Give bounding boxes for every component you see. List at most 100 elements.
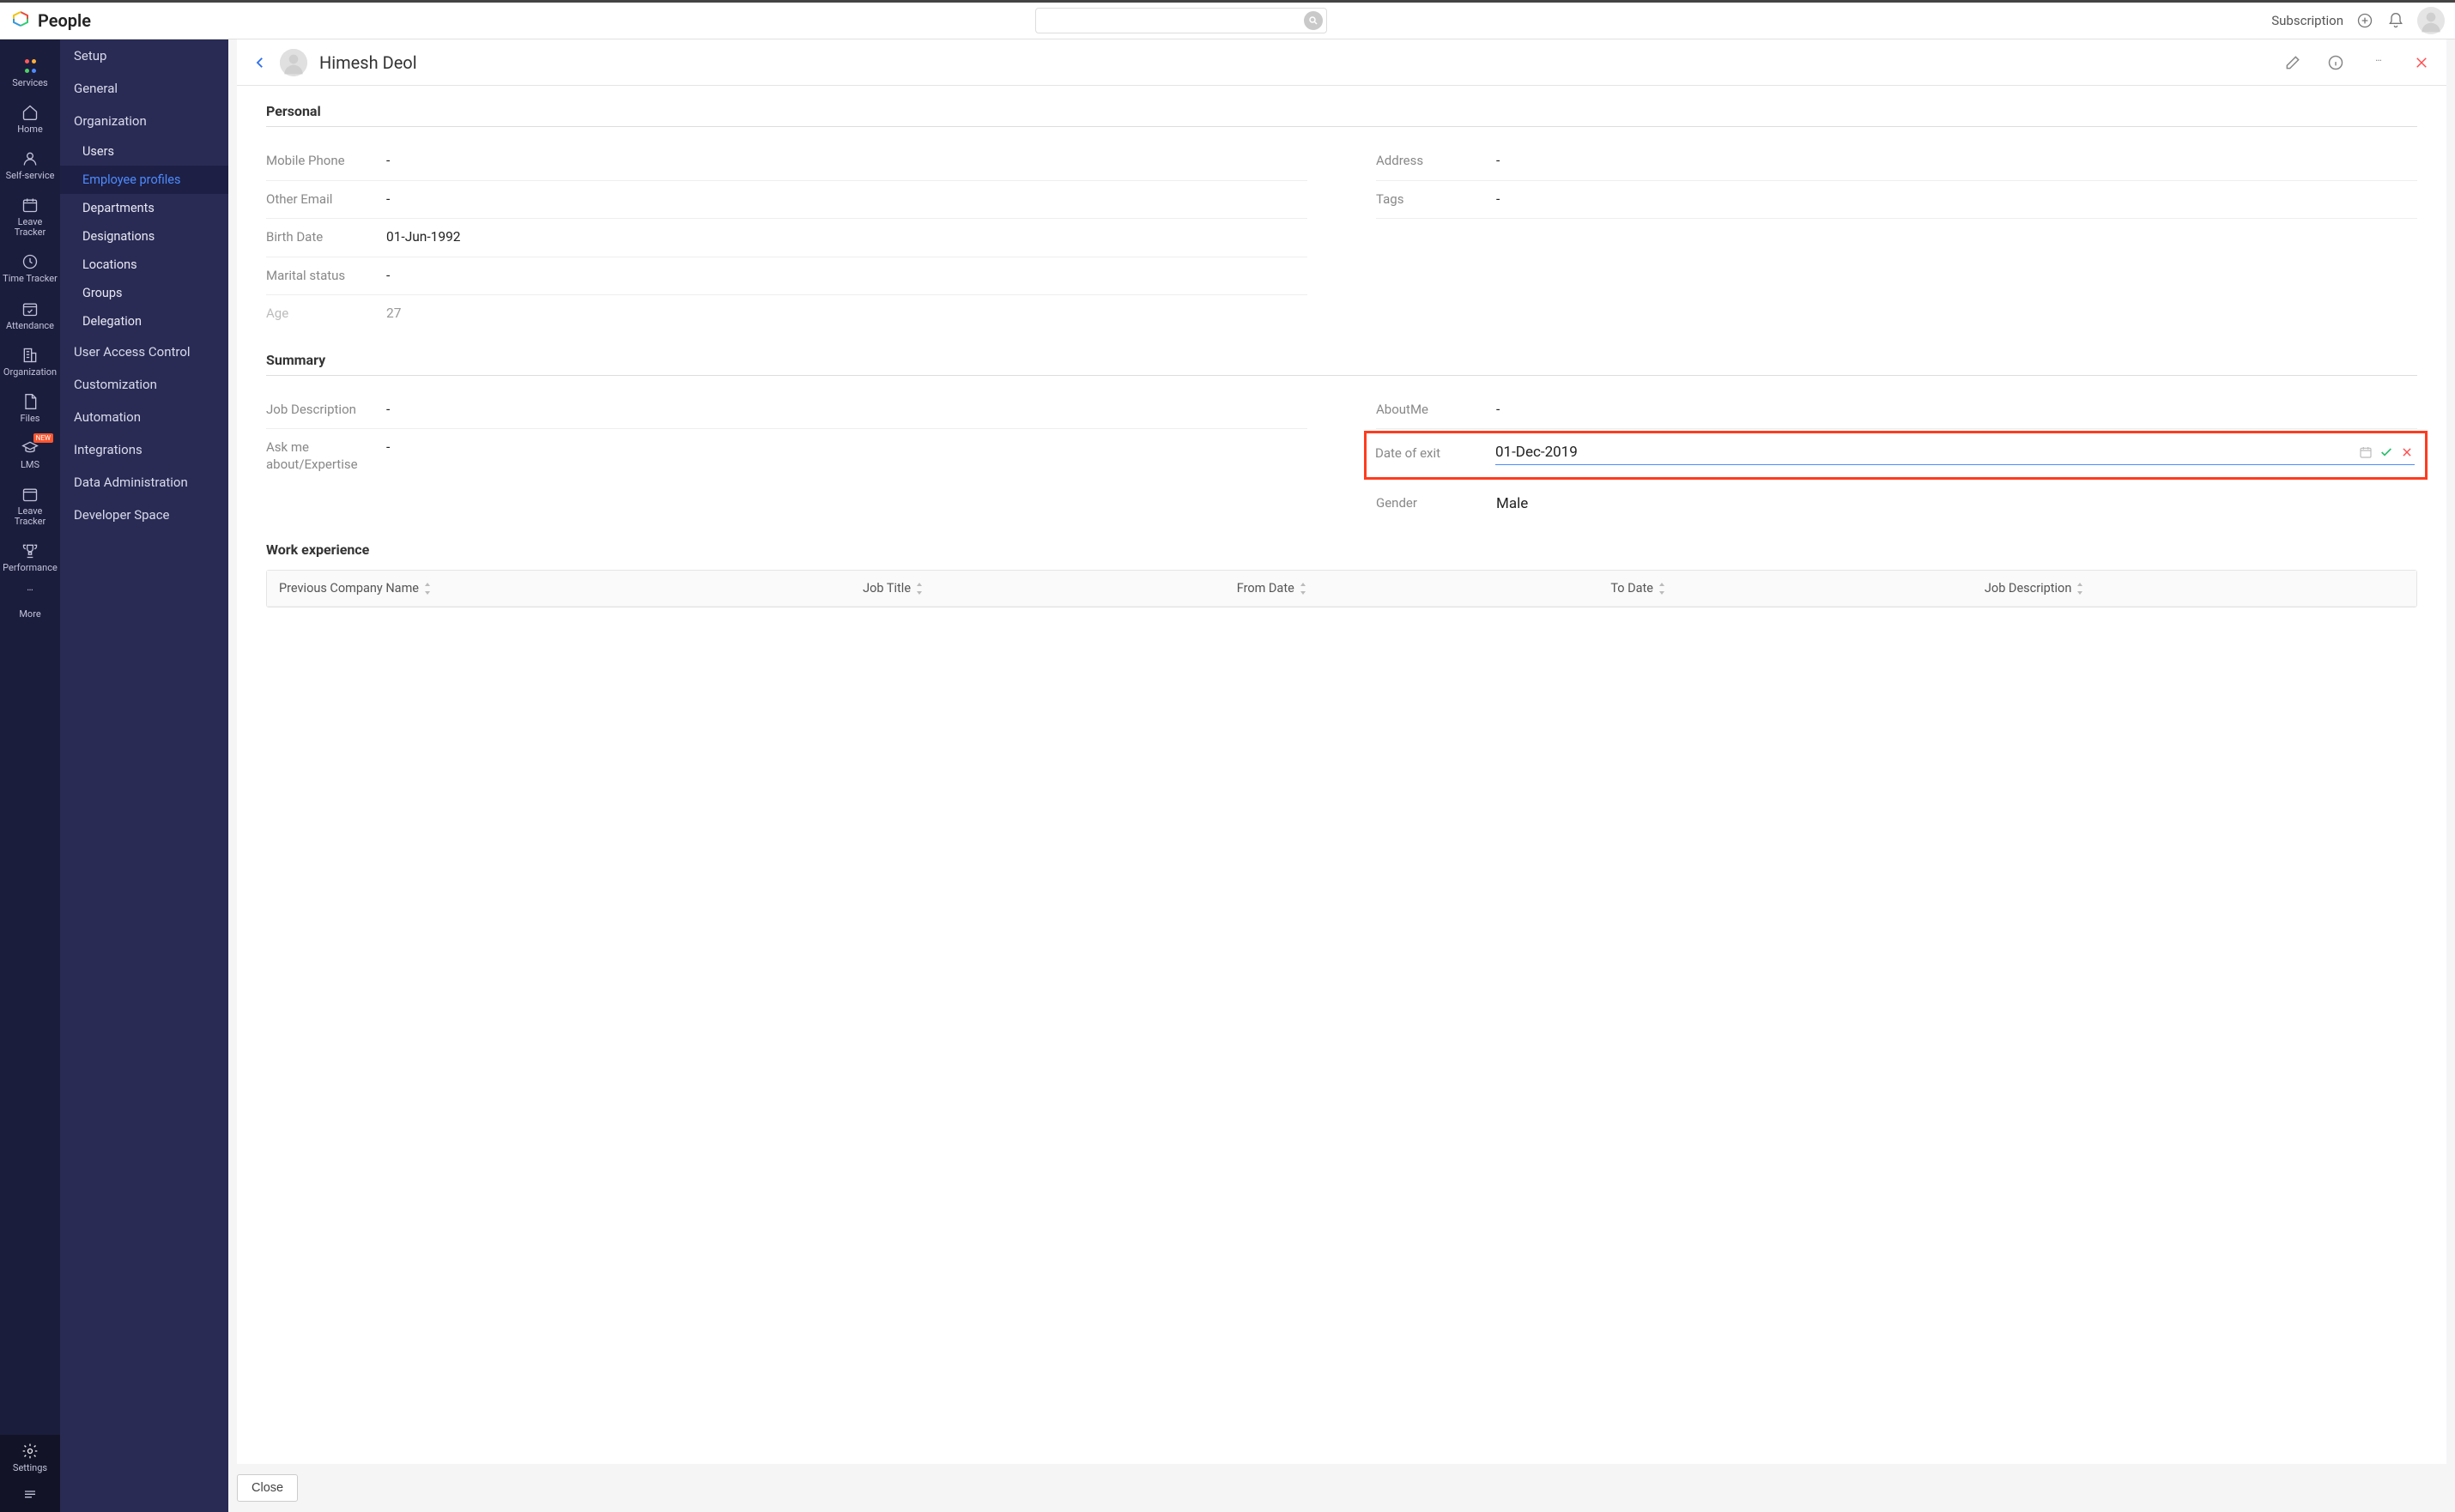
field-label: AboutMe [1376, 402, 1496, 419]
search-input[interactable] [1045, 9, 1304, 33]
subnav-delegation[interactable]: Delegation [60, 307, 228, 336]
rail-label: Settings [13, 1463, 47, 1473]
subnav-developer-space[interactable]: Developer Space [60, 499, 228, 531]
subnav-setup[interactable]: Setup [60, 39, 228, 72]
th-label: To Date [1610, 581, 1653, 596]
calendar-check-icon [21, 300, 39, 318]
rail-more[interactable]: More [0, 581, 60, 627]
calendar-icon [21, 486, 39, 503]
subnav-departments[interactable]: Departments [60, 194, 228, 222]
sort-icon [915, 583, 924, 595]
back-button[interactable] [252, 55, 268, 70]
subnav-groups[interactable]: Groups [60, 279, 228, 307]
rail-organization[interactable]: Organization [0, 339, 60, 385]
field-value[interactable]: - [386, 153, 1307, 168]
rail-time-tracker[interactable]: Time Tracker [0, 245, 60, 292]
subnav-general[interactable]: General [60, 72, 228, 105]
field-label: Mobile Phone [266, 153, 386, 170]
rail-attendance[interactable]: Attendance [0, 293, 60, 339]
subnav-user-access-control[interactable]: User Access Control [60, 336, 228, 368]
rail-label: Performance [3, 563, 58, 573]
rail-services[interactable]: Services [0, 45, 60, 96]
th-job-description[interactable]: Job Description [1973, 571, 2416, 606]
gear-icon [21, 1442, 39, 1460]
subnav-designations[interactable]: Designations [60, 222, 228, 251]
subnav-automation[interactable]: Automation [60, 401, 228, 433]
rail-label: More [19, 609, 40, 620]
field-value[interactable]: - [1496, 402, 2417, 417]
field-label: Job Description [266, 402, 386, 419]
check-icon[interactable] [2379, 445, 2394, 460]
field-value[interactable]: Male [1496, 495, 2417, 512]
field-value[interactable]: - [386, 402, 1307, 417]
rail-lms[interactable]: NEW LMS [0, 432, 60, 478]
th-from-date[interactable]: From Date [1225, 571, 1599, 606]
brand: People [10, 10, 91, 31]
field-value[interactable]: - [386, 268, 1307, 283]
rail-label: Attendance [6, 321, 54, 331]
profile-avatar-icon [280, 49, 307, 76]
th-company[interactable]: Previous Company Name [267, 571, 851, 606]
rail-label: Files [21, 414, 40, 424]
work-experience-table: Previous Company Name Job Title From Dat… [266, 570, 2417, 608]
th-label: Job Title [863, 581, 911, 596]
content: Personal Mobile Phone - Other Email - Bi… [237, 86, 2446, 1464]
cancel-icon[interactable] [2399, 445, 2415, 460]
field-value[interactable]: - [386, 191, 1307, 207]
rail-collapse[interactable] [0, 1481, 60, 1512]
info-icon[interactable] [2326, 53, 2345, 72]
search-icon[interactable] [1304, 11, 1323, 30]
field-label: Age [266, 305, 386, 323]
close-button[interactable]: Close [237, 1474, 298, 1502]
subnav-integrations[interactable]: Integrations [60, 433, 228, 466]
field-value[interactable]: 01-Jun-1992 [386, 229, 1307, 245]
field-value[interactable]: - [1496, 191, 2417, 207]
field-marital-status: Marital status - [266, 257, 1307, 296]
trophy-icon [21, 542, 39, 559]
rail-home[interactable]: Home [0, 96, 60, 142]
search-box[interactable] [1035, 8, 1327, 33]
field-date-of-exit-highlight: Date of exit 01-Dec-2019 [1376, 431, 2417, 480]
field-job-description: Job Description - [266, 391, 1307, 430]
subscription-link[interactable]: Subscription [2271, 13, 2343, 28]
field-value: 27 [386, 305, 1307, 321]
th-to-date[interactable]: To Date [1598, 571, 1973, 606]
field-age: Age 27 [266, 295, 1307, 333]
subnav-users[interactable]: Users [60, 137, 228, 166]
subnav-organization[interactable]: Organization [60, 105, 228, 137]
rail-files[interactable]: Files [0, 385, 60, 432]
field-birth-date: Birth Date 01-Jun-1992 [266, 219, 1307, 257]
subnav-customization[interactable]: Customization [60, 368, 228, 401]
bell-icon[interactable] [2386, 11, 2405, 30]
subnav-locations[interactable]: Locations [60, 251, 228, 279]
sort-icon [1658, 583, 1666, 595]
close-icon[interactable] [2412, 53, 2431, 72]
subnav-employee-profiles[interactable]: Employee profiles [60, 166, 228, 194]
field-label: Tags [1376, 191, 1496, 209]
sort-icon [1299, 583, 1307, 595]
field-label: Date of exit [1375, 445, 1495, 463]
user-avatar-icon[interactable] [2417, 7, 2445, 34]
edit-icon[interactable] [2283, 53, 2302, 72]
section-title-summary: Summary [266, 352, 2417, 376]
table-header: Previous Company Name Job Title From Dat… [267, 571, 2416, 607]
field-mobile-phone: Mobile Phone - [266, 142, 1307, 181]
rail-self-service[interactable]: Self-service [0, 142, 60, 189]
calendar-icon[interactable] [2358, 445, 2373, 460]
field-value[interactable]: - [386, 439, 1307, 455]
field-label: Ask me about/Expertise [266, 439, 386, 473]
section-title-work-experience: Work experience [266, 541, 2417, 565]
rail-leave-tracker[interactable]: Leave Tracker [0, 189, 60, 245]
more-icon[interactable] [2369, 53, 2388, 72]
subnav-data-administration[interactable]: Data Administration [60, 466, 228, 499]
field-label: Address [1376, 153, 1496, 170]
rail-performance[interactable]: Performance [0, 535, 60, 581]
brand-title: People [38, 10, 91, 31]
plus-circle-icon[interactable] [2355, 11, 2374, 30]
rail-leave-tracker-2[interactable]: Leave Tracker [0, 478, 60, 535]
date-of-exit-input[interactable]: 01-Dec-2019 [1495, 442, 2353, 463]
field-value[interactable]: - [1496, 153, 2417, 168]
nav-rail: Services Home Self-service Leave Tracker… [0, 39, 60, 1512]
rail-settings[interactable]: Settings [0, 1435, 60, 1481]
th-job-title[interactable]: Job Title [851, 571, 1225, 606]
